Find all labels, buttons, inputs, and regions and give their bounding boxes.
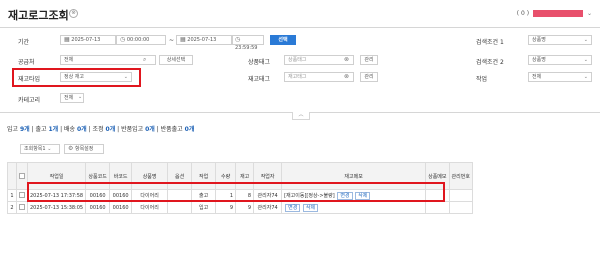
chevron-down-icon: ⌄ <box>123 74 128 80</box>
worker-label: 작업 <box>476 76 488 83</box>
summary-item: 입고 9개 <box>7 126 30 133</box>
chevron-down-icon: ⌄ <box>47 146 52 152</box>
period-label: 기간 <box>18 39 30 46</box>
supplier-label: 공급처 <box>18 59 35 66</box>
cell-work: 입고 <box>191 201 217 214</box>
info-icon[interactable]: ⊗ <box>69 9 78 18</box>
cell-mgmt-no <box>448 189 473 202</box>
chevron-down-icon: ⌄ <box>583 37 588 43</box>
gear-icon: ⚙ <box>68 145 74 152</box>
search-cond2-select[interactable]: 상품명 ⌄ <box>528 55 592 65</box>
cell-option <box>167 201 193 214</box>
cell-barcode: 00160 <box>109 201 133 214</box>
checkbox[interactable] <box>19 204 25 211</box>
user-info: ( 0 ) ⌄ <box>517 10 592 18</box>
cell-qty: 9 <box>215 201 237 214</box>
stock-type-label: 재고타입 <box>18 76 41 83</box>
user-name-redacted <box>533 10 584 17</box>
stock-tag-manage-button[interactable]: 관리 <box>360 72 378 82</box>
item-settings-button[interactable]: ⚙ 항목설정 <box>64 144 104 154</box>
summary-item: 반품출고 0개 <box>160 126 195 133</box>
row-checkbox[interactable] <box>16 189 28 202</box>
row-highlight <box>27 182 445 202</box>
clear-icon[interactable]: ⊗ <box>344 56 349 64</box>
category-label: 카테고리 <box>18 97 41 104</box>
page-title: 재고로그조회 <box>8 9 69 22</box>
product-tag-manage-button[interactable]: 관리 <box>360 55 378 65</box>
row-number: 1 <box>7 189 17 202</box>
col-index <box>7 162 17 190</box>
checkbox[interactable] <box>19 172 25 179</box>
summary-item: 반품입고 0개 <box>121 126 155 133</box>
search-cond1-label: 검색조건 1 <box>476 39 504 46</box>
period-separator: ~ <box>169 37 175 44</box>
time-to-input[interactable]: ◷ 23:59:59 <box>232 35 264 51</box>
cell-stock: 9 <box>235 201 255 214</box>
cell-date: 2025-07-13 15:38:05 <box>26 201 87 214</box>
summary-bar: 입고 9개 | 출고 1개 | 배송 0개 | 조정 0개 | 반품입고 0개 … <box>7 126 195 133</box>
checkbox[interactable] <box>19 192 25 199</box>
collapse-filter-icon[interactable]: ︿ <box>292 112 310 120</box>
calendar-icon: ▦ <box>180 36 186 43</box>
chevron-down-icon[interactable]: ⌄ <box>587 10 592 17</box>
supplier-detail-button[interactable]: 상세선택 <box>159 55 193 65</box>
cell-code: 00160 <box>85 201 111 214</box>
summary-item: 조정 0개 <box>92 126 116 133</box>
search-cond1-select[interactable]: 상품명 ⌄ <box>528 35 592 45</box>
time-from-input[interactable]: ◷ 00:00:00 <box>116 35 166 45</box>
cell-name: 다이어리 <box>131 201 169 214</box>
chevron-down-icon: ⌄ <box>583 57 588 63</box>
view-items-select[interactable]: 조회항목1 ⌄ <box>20 144 60 154</box>
summary-item: 출고 1개 <box>35 126 59 133</box>
col-select-all[interactable] <box>16 162 28 190</box>
row-number: 2 <box>7 201 17 214</box>
row-checkbox[interactable] <box>16 201 28 214</box>
date-from-input[interactable]: ▦ 2025-07-13 <box>60 35 116 45</box>
cell-worker: 관리자74 <box>253 201 283 214</box>
table-row[interactable]: 2 2025-07-13 15:38:05 00160 00160 다이어리 입… <box>7 201 473 214</box>
memo-delete-button[interactable]: 삭제 <box>302 203 319 212</box>
chevron-down-icon[interactable]: ⌄ <box>78 94 82 100</box>
search-cond2-label: 검색조건 2 <box>476 59 504 66</box>
period-select-button[interactable]: 선택 <box>270 35 296 45</box>
cell-mgmt-no <box>448 201 473 214</box>
search-icon[interactable]: ⌕ <box>143 56 146 64</box>
user-count: ( 0 ) <box>516 10 530 17</box>
cell-stock-memo: 변경 삭제 <box>281 201 427 214</box>
memo-edit-button[interactable]: 변경 <box>285 203 301 212</box>
clock-icon: ◷ <box>235 36 241 43</box>
col-mgmt-no: 관리번호 <box>448 162 473 190</box>
summary-item: 배송 0개 <box>64 126 87 133</box>
clear-icon[interactable]: ⊗ <box>344 73 349 81</box>
supplier-input[interactable]: 전체 <box>60 55 156 65</box>
stock-tag-label: 재고태그 <box>248 76 271 83</box>
date-to-input[interactable]: ▦ 2025-07-13 <box>176 35 232 45</box>
clock-icon: ◷ <box>120 36 126 43</box>
chevron-down-icon: ⌄ <box>583 74 588 80</box>
product-tag-label: 상품태그 <box>248 59 271 66</box>
worker-select[interactable]: 전체 ⌄ <box>528 72 592 82</box>
cell-product-memo <box>425 201 450 214</box>
calendar-icon: ▦ <box>64 36 70 43</box>
stock-type-select[interactable]: 정상 재고 ⌄ <box>60 72 132 82</box>
